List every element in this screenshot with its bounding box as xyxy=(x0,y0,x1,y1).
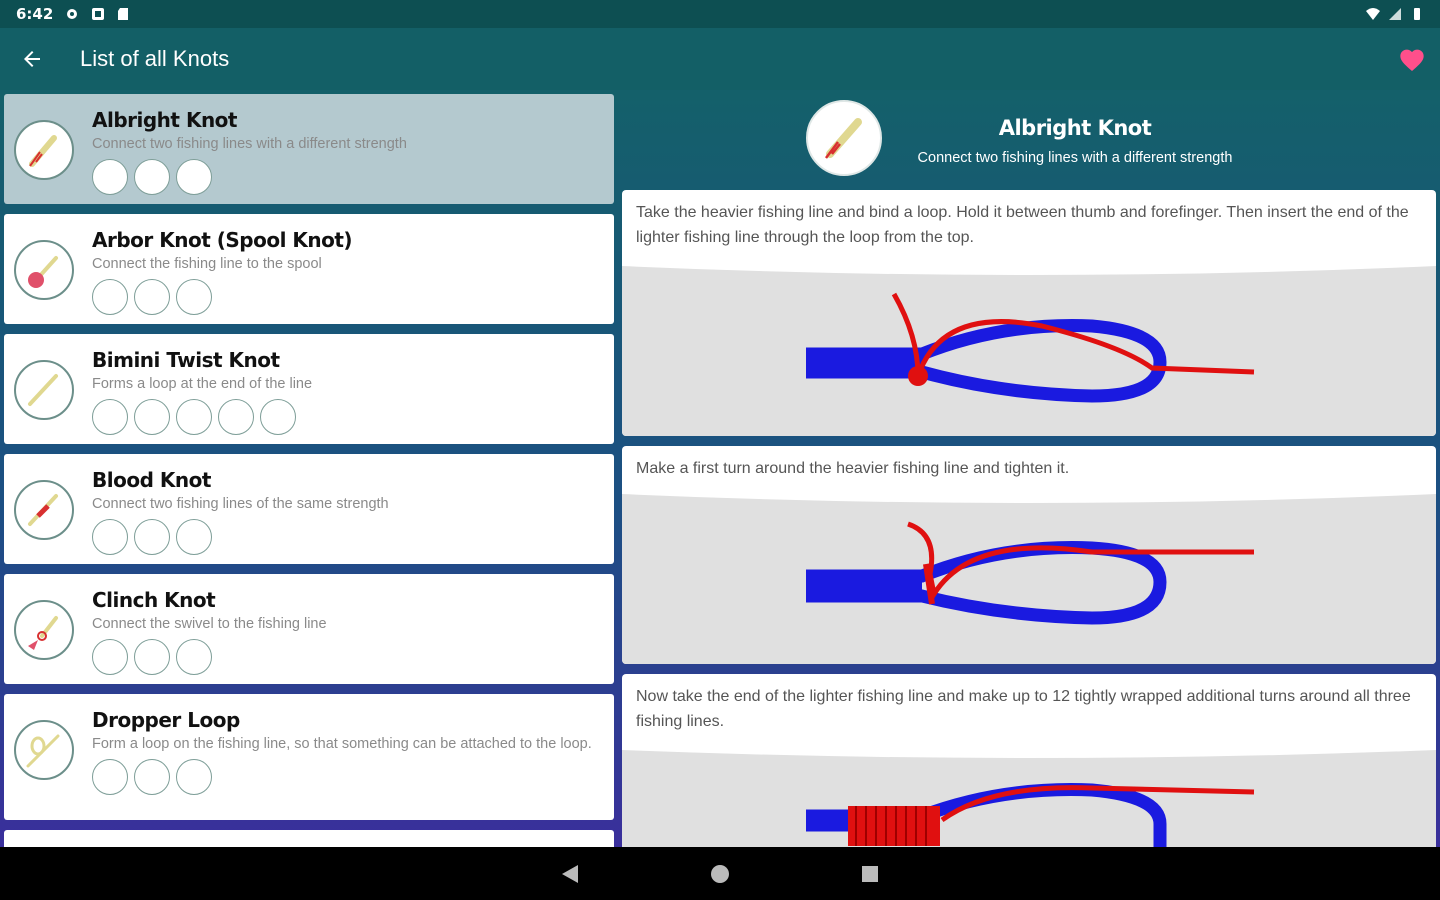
knot-step-thumbnails xyxy=(92,399,602,435)
knot-diagram xyxy=(622,750,1436,847)
nav-recents-icon xyxy=(862,865,878,882)
knot-step-thumbnails xyxy=(92,519,602,555)
knot-list-item[interactable]: Albright Knot Connect two fishing lines … xyxy=(4,94,614,204)
step-thumbnail xyxy=(260,399,296,435)
knot-description: Connect the swivel to the fishing line xyxy=(92,616,327,632)
status-time: 6:42 xyxy=(16,5,54,23)
knot-thumbnail xyxy=(14,240,74,300)
step-thumbnail xyxy=(92,759,128,795)
knot-description: Form a loop on the fishing line, so that… xyxy=(92,736,592,752)
back-button[interactable] xyxy=(0,28,64,90)
knot-thumbnail xyxy=(14,480,74,540)
arrow-back-icon xyxy=(24,51,40,67)
step-thumbnail xyxy=(176,399,212,435)
knot-diagram xyxy=(622,266,1436,403)
content-area: Albright Knot Connect two fishing lines … xyxy=(0,90,1440,847)
detail-subtitle: Connect two fishing lines with a differe… xyxy=(917,150,1233,166)
step-illustration xyxy=(622,494,1436,664)
status-bar: 6:42 xyxy=(0,0,1440,28)
knot-step-thumbnails xyxy=(92,759,602,795)
knot-name: Bimini Twist Knot xyxy=(92,348,280,372)
nav-back-icon xyxy=(562,864,578,883)
knot-list-item[interactable]: Dropper Loop Form a loop on the fishing … xyxy=(4,694,614,820)
step-instruction: Make a first turn around the heavier fis… xyxy=(636,460,1070,477)
page-title: List of all Knots xyxy=(80,46,230,71)
knot-thumbnail xyxy=(14,600,74,660)
step-illustration xyxy=(622,750,1436,847)
step-thumbnail xyxy=(134,399,170,435)
step-instruction: Take the heavier fishing line and bind a… xyxy=(636,204,1409,246)
step-thumbnail xyxy=(92,399,128,435)
step-thumbnail xyxy=(134,279,170,315)
detail-title: Albright Knot xyxy=(998,116,1152,140)
knot-description: Connect two fishing lines with a differe… xyxy=(92,136,407,152)
heart-icon xyxy=(1400,49,1424,72)
step-card: Now take the end of the lighter fishing … xyxy=(622,674,1436,847)
settings-icon xyxy=(67,9,78,19)
knot-step-thumbnails xyxy=(92,639,602,675)
step-illustration xyxy=(622,266,1436,436)
knot-description: Connect the fishing line to the spool xyxy=(92,256,322,272)
app-bar: List of all Knots xyxy=(0,28,1440,90)
knot-icon xyxy=(28,256,58,288)
knot-thumbnail xyxy=(14,120,74,180)
step-thumbnail xyxy=(176,159,212,195)
knot-detail: Albright Knot Connect two fishing lines … xyxy=(620,90,1440,847)
knot-list-item[interactable] xyxy=(4,830,614,847)
step-thumbnail xyxy=(134,159,170,195)
knot-name: Blood Knot xyxy=(92,468,211,492)
detail-header: Albright Knot Connect two fishing lines … xyxy=(620,98,1440,180)
knot-icon xyxy=(28,494,58,526)
knot-name: Albright Knot xyxy=(92,108,237,132)
step-card: Take the heavier fishing line and bind a… xyxy=(622,190,1436,436)
step-card: Make a first turn around the heavier fis… xyxy=(622,446,1436,664)
knot-list-item[interactable]: Bimini Twist Knot Forms a loop at the en… xyxy=(4,334,614,444)
step-thumbnail xyxy=(92,639,128,675)
wifi-icon xyxy=(1366,8,1380,20)
knot-step-thumbnails xyxy=(92,159,602,195)
knot-name: Dropper Loop xyxy=(92,708,240,732)
step-thumbnail xyxy=(134,519,170,555)
step-thumbnail xyxy=(176,759,212,795)
step-thumbnail xyxy=(92,279,128,315)
favorite-button[interactable] xyxy=(1384,28,1440,90)
system-nav-bar xyxy=(0,847,1440,900)
step-thumbnail xyxy=(176,519,212,555)
detail-thumbnail xyxy=(806,100,882,176)
step-thumbnail xyxy=(92,519,128,555)
notification-icon xyxy=(92,8,105,20)
nav-recents-button[interactable] xyxy=(855,859,885,889)
knot-list-item[interactable]: Blood Knot Connect two fishing lines of … xyxy=(4,454,614,564)
step-thumbnail xyxy=(134,639,170,675)
step-thumbnail xyxy=(134,759,170,795)
knot-list[interactable]: Albright Knot Connect two fishing lines … xyxy=(4,94,614,847)
step-instruction: Now take the end of the lighter fishing … xyxy=(636,688,1411,730)
knot-icon xyxy=(28,374,58,406)
step-thumbnail xyxy=(176,639,212,675)
knot-thumbnail xyxy=(14,360,74,420)
nav-home-icon xyxy=(711,864,729,883)
knot-description: Connect two fishing lines of the same st… xyxy=(92,496,389,512)
knot-icon xyxy=(28,616,58,650)
knot-step-thumbnails xyxy=(92,279,602,315)
battery-icon xyxy=(1414,8,1420,20)
sd-card-icon xyxy=(118,8,129,20)
knot-description: Forms a loop at the end of the line xyxy=(92,376,313,392)
step-thumbnail xyxy=(176,279,212,315)
knot-icon xyxy=(26,734,60,768)
step-thumbnail xyxy=(218,399,254,435)
knot-list-item[interactable]: Clinch Knot Connect the swivel to the fi… xyxy=(4,574,614,684)
knot-diagram xyxy=(622,494,1436,625)
knot-icon xyxy=(29,135,57,167)
knot-thumbnail xyxy=(14,720,74,780)
knot-name: Arbor Knot (Spool Knot) xyxy=(92,228,353,252)
knot-name: Clinch Knot xyxy=(92,588,216,612)
nav-back-button[interactable] xyxy=(555,859,585,889)
step-thumbnail xyxy=(92,159,128,195)
knot-icon xyxy=(825,118,862,159)
signal-icon xyxy=(1389,8,1401,20)
knot-list-item[interactable]: Arbor Knot (Spool Knot) Connect the fish… xyxy=(4,214,614,324)
nav-home-button[interactable] xyxy=(705,859,735,889)
